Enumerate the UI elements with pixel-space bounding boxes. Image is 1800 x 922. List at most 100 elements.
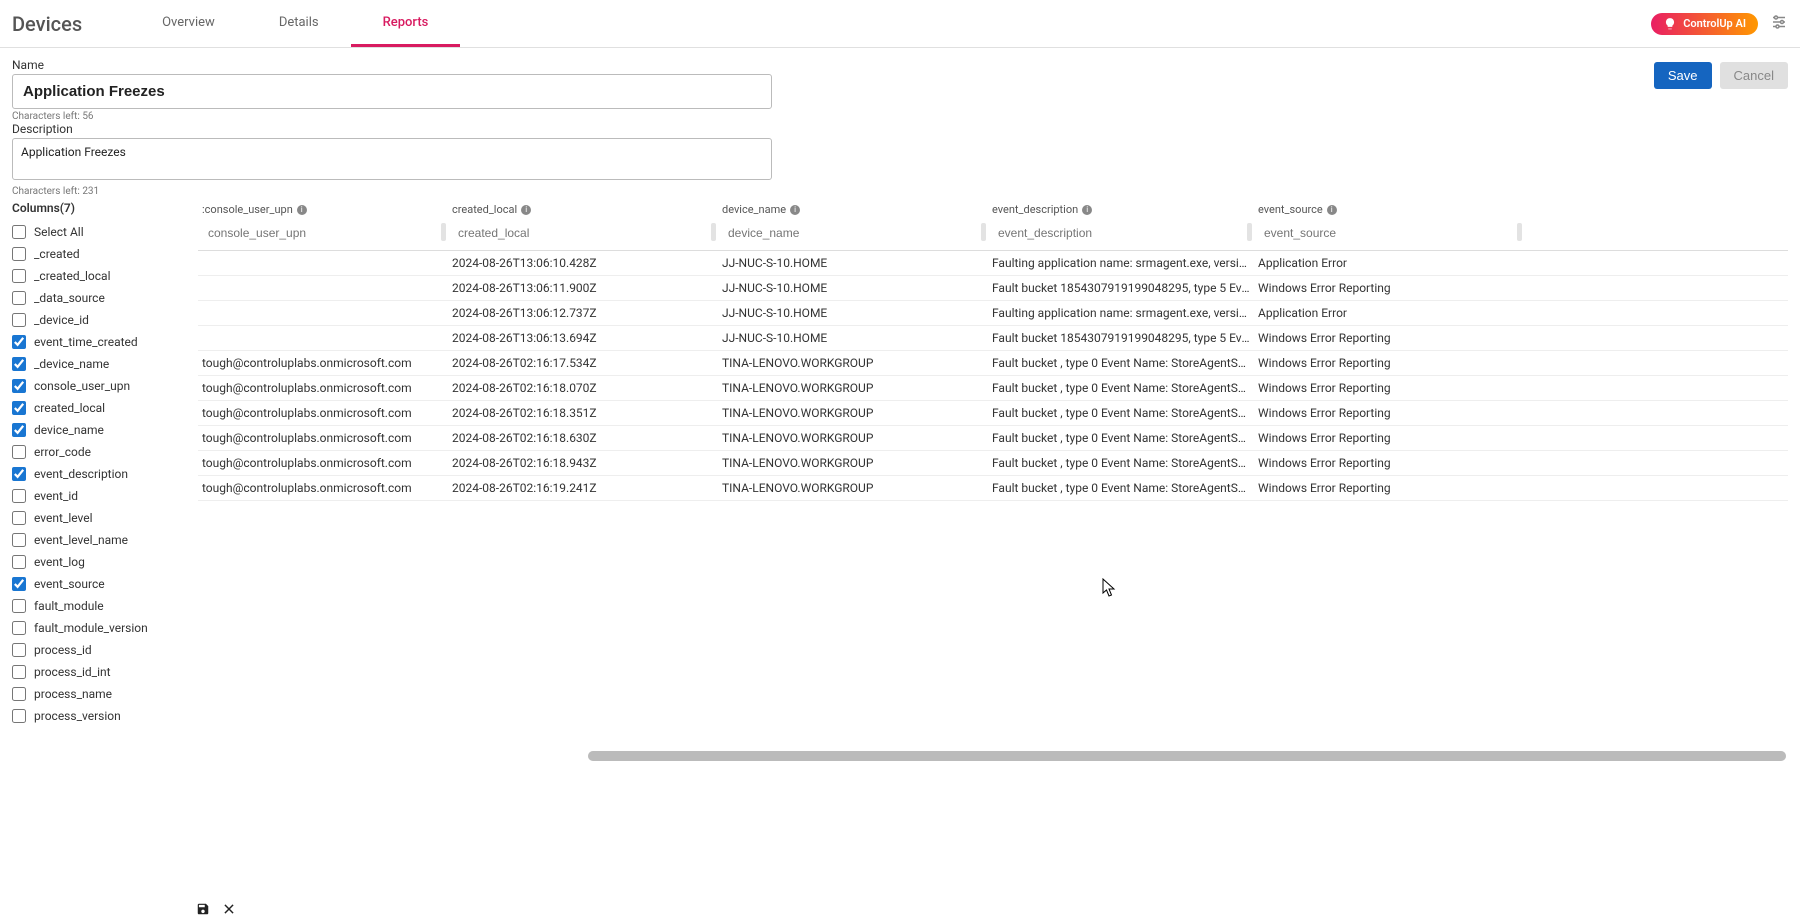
table-row[interactable]: tough@controluplabs.onmicrosoft.com2024-… bbox=[198, 451, 1788, 476]
column-filter-input[interactable] bbox=[452, 222, 704, 244]
column-resize-handle[interactable] bbox=[1517, 223, 1522, 241]
column-checkbox[interactable] bbox=[12, 357, 26, 371]
column-resize-handle[interactable] bbox=[711, 223, 716, 241]
column-item-label: _data_source bbox=[34, 291, 105, 305]
table-row[interactable]: 2024-08-26T13:06:13.694ZJJ-NUC-S-10.HOME… bbox=[198, 326, 1788, 351]
column-item-device-name[interactable]: device_name bbox=[12, 419, 192, 441]
column-checkbox[interactable] bbox=[12, 467, 26, 481]
column-header-console_user_upn[interactable]: :console_user_upni bbox=[198, 201, 448, 250]
tab-details[interactable]: Details bbox=[247, 1, 351, 47]
column-checkbox[interactable] bbox=[12, 335, 26, 349]
column-filter-input[interactable] bbox=[1258, 222, 1510, 244]
column-checkbox[interactable] bbox=[12, 511, 26, 525]
column-checkbox[interactable] bbox=[12, 291, 26, 305]
info-icon[interactable]: i bbox=[297, 205, 307, 215]
table-row[interactable]: 2024-08-26T13:06:10.428ZJJ-NUC-S-10.HOME… bbox=[198, 251, 1788, 276]
column-checkbox[interactable] bbox=[12, 533, 26, 547]
table-row[interactable]: tough@controluplabs.onmicrosoft.com2024-… bbox=[198, 401, 1788, 426]
column-checkbox[interactable] bbox=[12, 489, 26, 503]
column-item-process-name[interactable]: process_name bbox=[12, 683, 192, 705]
column-checkbox[interactable] bbox=[12, 401, 26, 415]
info-icon[interactable]: i bbox=[790, 205, 800, 215]
save-button[interactable]: Save bbox=[1654, 62, 1712, 89]
column-checkbox[interactable] bbox=[12, 423, 26, 437]
column-resize-handle[interactable] bbox=[981, 223, 986, 241]
column-item-process-id[interactable]: process_id bbox=[12, 639, 192, 661]
column-item-event-level-name[interactable]: event_level_name bbox=[12, 529, 192, 551]
info-icon[interactable]: i bbox=[521, 205, 531, 215]
close-icon[interactable] bbox=[222, 902, 238, 918]
column-item-label: event_time_created bbox=[34, 335, 138, 349]
cell-console_user_upn: tough@controluplabs.onmicrosoft.com bbox=[198, 351, 448, 375]
column-item-fault-module[interactable]: fault_module bbox=[12, 595, 192, 617]
column-checkbox[interactable] bbox=[12, 665, 26, 679]
column-checkbox[interactable] bbox=[12, 709, 26, 723]
column-item-process-id-int[interactable]: process_id_int bbox=[12, 661, 192, 683]
column-checkbox[interactable] bbox=[12, 247, 26, 261]
column-resize-handle[interactable] bbox=[1247, 223, 1252, 241]
column-header-created_local[interactable]: created_locali bbox=[448, 201, 718, 250]
column-item--device-id[interactable]: _device_id bbox=[12, 309, 192, 331]
table-row[interactable]: 2024-08-26T13:06:11.900ZJJ-NUC-S-10.HOME… bbox=[198, 276, 1788, 301]
info-icon[interactable]: i bbox=[1082, 205, 1092, 215]
table-row[interactable]: tough@controluplabs.onmicrosoft.com2024-… bbox=[198, 351, 1788, 376]
column-checkbox[interactable] bbox=[12, 621, 26, 635]
cell-event_source: Application Error bbox=[1254, 301, 1524, 325]
controlup-ai-button[interactable]: ControlUp AI bbox=[1651, 13, 1758, 35]
column-item--device-name[interactable]: _device_name bbox=[12, 353, 192, 375]
horizontal-scrollbar[interactable] bbox=[588, 751, 1786, 761]
column-filter-input[interactable] bbox=[992, 222, 1240, 244]
column-filter-input[interactable] bbox=[202, 222, 434, 244]
column-item-console-user-upn[interactable]: console_user_upn bbox=[12, 375, 192, 397]
table-row[interactable]: 2024-08-26T13:06:12.737ZJJ-NUC-S-10.HOME… bbox=[198, 301, 1788, 326]
column-item-event-description[interactable]: event_description bbox=[12, 463, 192, 485]
cancel-button[interactable]: Cancel bbox=[1720, 62, 1788, 89]
cell-event_source: Windows Error Reporting bbox=[1254, 451, 1524, 475]
table-row[interactable]: tough@controluplabs.onmicrosoft.com2024-… bbox=[198, 476, 1788, 501]
column-header-event_description[interactable]: event_descriptioni bbox=[988, 201, 1254, 250]
ai-pill-label: ControlUp AI bbox=[1683, 17, 1746, 30]
mouse-cursor bbox=[1102, 578, 1118, 598]
column-item-event-time-created[interactable]: event_time_created bbox=[12, 331, 192, 353]
column-resize-handle[interactable] bbox=[441, 223, 446, 241]
cell-created_local: 2024-08-26T02:16:17.534Z bbox=[448, 351, 718, 375]
column-checkbox[interactable] bbox=[12, 269, 26, 283]
column-item-fault-module-version[interactable]: fault_module_version bbox=[12, 617, 192, 639]
column-item-label: fault_module_version bbox=[34, 621, 148, 635]
column-item-event-id[interactable]: event_id bbox=[12, 485, 192, 507]
column-checkbox[interactable] bbox=[12, 643, 26, 657]
column-item-event-source[interactable]: event_source bbox=[12, 573, 192, 595]
column-item-error-code[interactable]: error_code bbox=[12, 441, 192, 463]
column-header-device_name[interactable]: device_namei bbox=[718, 201, 988, 250]
tab-reports[interactable]: Reports bbox=[351, 1, 461, 47]
table-row[interactable]: tough@controluplabs.onmicrosoft.com2024-… bbox=[198, 426, 1788, 451]
column-filter-input[interactable] bbox=[722, 222, 974, 244]
table-row[interactable]: tough@controluplabs.onmicrosoft.com2024-… bbox=[198, 376, 1788, 401]
column-item-select-all[interactable]: Select All bbox=[12, 221, 192, 243]
column-checkbox[interactable] bbox=[12, 313, 26, 327]
column-checkbox[interactable] bbox=[12, 687, 26, 701]
column-item--data-source[interactable]: _data_source bbox=[12, 287, 192, 309]
column-item--created[interactable]: _created bbox=[12, 243, 192, 265]
info-icon[interactable]: i bbox=[1327, 205, 1337, 215]
column-checkbox[interactable] bbox=[12, 225, 26, 239]
column-checkbox[interactable] bbox=[12, 555, 26, 569]
name-input[interactable] bbox=[12, 74, 772, 109]
column-item--created-local[interactable]: _created_local bbox=[12, 265, 192, 287]
column-item-event-log[interactable]: event_log bbox=[12, 551, 192, 573]
lightbulb-icon bbox=[1663, 17, 1677, 31]
column-checkbox[interactable] bbox=[12, 577, 26, 591]
column-item-event-level[interactable]: event_level bbox=[12, 507, 192, 529]
column-header-event_source[interactable]: event_sourcei bbox=[1254, 201, 1524, 250]
column-checkbox[interactable] bbox=[12, 599, 26, 613]
column-item-created-local[interactable]: created_local bbox=[12, 397, 192, 419]
cell-event_source: Application Error bbox=[1254, 251, 1524, 275]
tab-overview[interactable]: Overview bbox=[130, 1, 247, 47]
column-checkbox[interactable] bbox=[12, 445, 26, 459]
column-checkbox[interactable] bbox=[12, 379, 26, 393]
column-item-process-version[interactable]: process_version bbox=[12, 705, 192, 727]
sliders-icon bbox=[1770, 13, 1788, 31]
settings-button[interactable] bbox=[1770, 13, 1788, 35]
description-input[interactable] bbox=[12, 138, 772, 180]
save-icon[interactable] bbox=[196, 902, 212, 918]
